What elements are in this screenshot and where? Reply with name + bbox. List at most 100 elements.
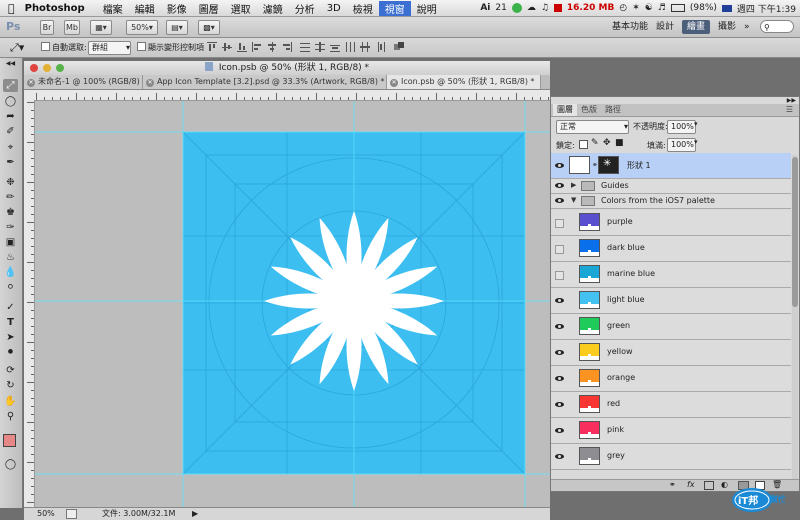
eraser-tool-icon[interactable]: ▣ (3, 236, 18, 249)
mini-bridge-button[interactable]: Mb (64, 20, 80, 35)
opacity-slider-arrow[interactable]: ▾ (694, 120, 698, 128)
canvas-artwork[interactable] (35, 101, 550, 507)
move-tool-preset-icon[interactable]: ⤢▾ (10, 41, 24, 55)
workspace-design[interactable]: 設計 (656, 20, 674, 34)
auto-select-dropdown[interactable]: 群組 ▾ (88, 41, 131, 55)
quick-select-tool-icon[interactable]: ✐ (3, 125, 18, 138)
memory-icon[interactable] (553, 4, 562, 12)
wifi-icon[interactable]: ☯ (645, 3, 653, 13)
layer-row[interactable]: ▼ Colors from the iOS7 palette (551, 194, 791, 209)
blur-tool-icon[interactable]: 💧 (3, 266, 18, 279)
workspace-more-button[interactable]: » (744, 20, 750, 34)
screen-mode-button[interactable]: ▩▾ (198, 20, 220, 35)
foreground-color-swatch[interactable] (3, 434, 16, 447)
visibility-eye-icon[interactable] (555, 323, 564, 330)
minimize-window-icon[interactable] (43, 64, 51, 72)
healing-brush-tool-icon[interactable]: ❉ (3, 176, 18, 189)
auto-select-checkbox[interactable]: 自動選取: (41, 42, 87, 53)
tab-paths[interactable]: 路徑 (601, 104, 625, 116)
layer-row[interactable]: pink (551, 418, 791, 444)
dodge-tool-icon[interactable]: ⚪ (3, 281, 18, 294)
lock-image-icon[interactable]: ✎ (591, 138, 599, 148)
menu-help[interactable]: 說明 (411, 1, 443, 16)
menu-image[interactable]: 影像 (161, 1, 193, 16)
zoom-dropdown[interactable]: 50%▾ (126, 20, 158, 35)
lasso-tool-icon[interactable]: ➦ (3, 110, 18, 123)
scroll-thumb[interactable] (792, 157, 798, 307)
type-tool-icon[interactable]: T (3, 316, 18, 329)
3d-orbit-tool-icon[interactable]: ↻ (3, 379, 18, 392)
battery-icon[interactable] (670, 4, 685, 12)
lock-transparent-icon[interactable] (579, 140, 588, 149)
visibility-eye-icon[interactable] (555, 427, 564, 434)
tab-layers[interactable]: 圖層 (553, 104, 577, 116)
lock-all-icon[interactable]: ■ (615, 138, 624, 148)
workspace-photography[interactable]: 攝影 (718, 20, 736, 34)
tab-icon-psb[interactable]: ✕ Icon.psb @ 50% (形狀 1, RGB/8) * (387, 75, 541, 89)
vector-mask-thumbnail[interactable]: ✳ (598, 156, 619, 174)
eyedropper-tool-icon[interactable]: ✒ (3, 156, 18, 169)
pen-tool-icon[interactable]: ✓ (3, 301, 18, 314)
move-tool-icon[interactable]: ⤢ (3, 79, 18, 92)
tab-untitled[interactable]: ✕ 未命名-1 @ 100% (RGB/8) (24, 75, 143, 89)
vertical-ruler[interactable] (24, 100, 35, 507)
bluetooth-icon[interactable]: ✶ (632, 3, 640, 13)
menu-window[interactable]: 視窗 (378, 0, 411, 16)
flag-icon[interactable] (721, 4, 732, 12)
distribute-left-icon[interactable] (345, 42, 355, 52)
volume-icon[interactable]: ♫ (541, 3, 549, 13)
zoom-window-icon[interactable] (56, 64, 64, 72)
lock-position-icon[interactable]: ✥ (603, 138, 611, 148)
show-transform-checkbox[interactable]: 顯示變形控制項 (137, 42, 204, 53)
path-selection-tool-icon[interactable]: ➤ (3, 331, 18, 344)
menu-file[interactable]: 檔案 (97, 1, 129, 16)
menu-analysis[interactable]: 分析 (289, 1, 321, 16)
visibility-off-box[interactable] (555, 270, 564, 280)
collapsed-triangle-icon[interactable]: ▶ (571, 181, 576, 189)
align-left-icon[interactable] (252, 42, 262, 52)
marquee-tool-icon[interactable]: ◯ (3, 95, 18, 108)
arrange-documents-button[interactable]: ▤▾ (166, 20, 188, 35)
brush-tool-icon[interactable]: ✏ (3, 191, 18, 204)
adjustment-layer-icon[interactable]: ◐ (721, 480, 728, 489)
fx-icon[interactable]: fx (687, 480, 695, 489)
layer-row[interactable]: orange (551, 366, 791, 392)
zoom-tool-icon[interactable]: ⚲ (3, 410, 18, 423)
visibility-eye-icon[interactable] (555, 349, 564, 356)
auto-align-icon[interactable] (394, 42, 404, 52)
expanded-triangle-icon[interactable]: ▼ (571, 196, 576, 204)
visibility-eye-icon[interactable] (555, 453, 564, 460)
align-vcenter-icon[interactable] (222, 42, 232, 52)
layer-row[interactable]: grey (551, 444, 791, 470)
hand-tool-icon[interactable]: ✋ (3, 395, 18, 408)
tools-collapse-icon[interactable]: ◀◀ (3, 60, 18, 68)
menu-layer[interactable]: 圖層 (193, 1, 225, 16)
layer-row[interactable]: light blue (551, 288, 791, 314)
paint-bucket-tool-icon[interactable]: ♨ (3, 251, 18, 264)
status-arrow-icon[interactable]: ▶ (192, 508, 198, 520)
distribute-vcenter-icon[interactable] (315, 42, 325, 52)
3d-rotate-tool-icon[interactable]: ⟳ (3, 364, 18, 377)
distribute-bottom-icon[interactable] (330, 42, 340, 52)
opacity-input[interactable]: 100% (667, 120, 696, 134)
menu-view[interactable]: 檢視 (347, 1, 379, 16)
status-menu-icon[interactable] (66, 509, 77, 519)
fill-input[interactable]: 100% (667, 138, 696, 152)
workspace-painting[interactable]: 繪畫 (682, 20, 711, 34)
align-hcenter-icon[interactable] (267, 42, 277, 52)
quick-mask-icon[interactable]: ◯ (3, 458, 18, 471)
layer-row[interactable]: dark blue (551, 236, 791, 262)
visibility-eye-icon[interactable] (555, 401, 564, 408)
line-icon[interactable] (511, 3, 522, 13)
close-tab-icon[interactable]: ✕ (390, 79, 398, 87)
crop-tool-icon[interactable]: ⌖ (3, 141, 18, 154)
add-mask-icon[interactable] (704, 481, 714, 490)
visibility-eye-icon[interactable] (555, 197, 564, 204)
distribute-hcenter-icon[interactable] (360, 42, 370, 52)
menu-edit[interactable]: 編輯 (129, 1, 161, 16)
clock[interactable]: 週四 下午1:39 (737, 2, 796, 15)
visibility-off-box[interactable] (555, 218, 564, 228)
close-window-icon[interactable] (30, 64, 38, 72)
distribute-right-icon[interactable] (375, 42, 385, 52)
layer-row[interactable]: marine blue (551, 262, 791, 288)
